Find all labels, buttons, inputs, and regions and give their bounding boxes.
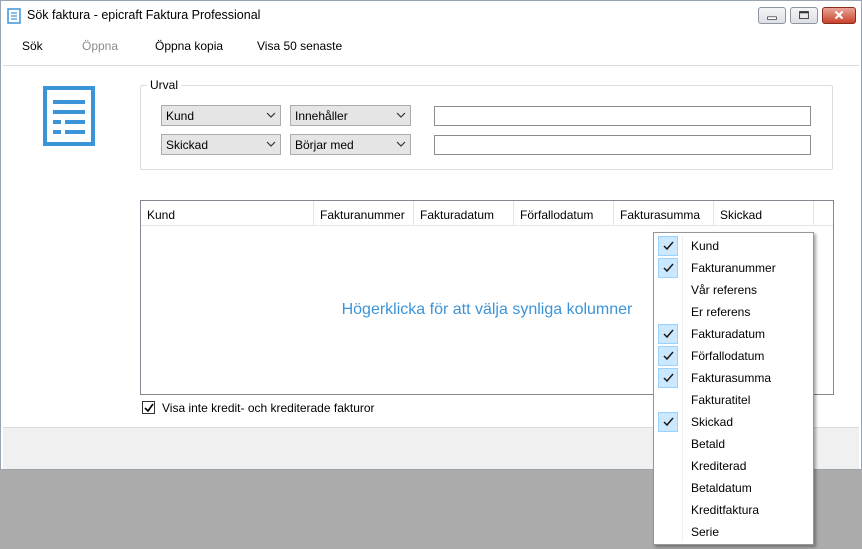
close-icon [834,10,844,20]
menu-item-skickad[interactable]: Skickad [656,411,811,433]
menu-item-label: Serie [691,525,720,539]
filter-operator-value-1: Innehåller [295,109,348,123]
menu-item-label: Vår referens [691,283,758,297]
minimize-icon [767,16,777,20]
column-header-invoice-amount[interactable]: Fakturasumma [614,201,714,226]
menu-item-label: Betald [691,437,726,451]
checkmark-icon [663,263,674,273]
toolbar: Sök Öppna Öppna kopia Visa 50 senaste [1,31,861,61]
filter-group [140,85,833,170]
menu-item-label: Fakturadatum [691,327,766,341]
filter-value-input-1[interactable] [434,106,811,126]
column-header-invoice-date[interactable]: Fakturadatum [414,201,514,226]
menu-item-betald[interactable]: Betald [656,433,811,455]
menu-check-indicator [658,346,678,366]
menu-item-label: Kreditfaktura [691,503,760,517]
menu-open-copy[interactable]: Öppna kopia [155,39,223,53]
menu-item-er-referens[interactable]: Er referens [656,301,811,323]
minimize-button[interactable] [758,7,786,24]
menu-show-latest[interactable]: Visa 50 senaste [257,39,342,53]
checkmark-icon [144,403,154,413]
grid-header: Kund Fakturanummer Fakturadatum Förfallo… [141,201,833,226]
filter-group-label: Urval [147,78,182,92]
column-context-menu: Kund Fakturanummer Vår referens Er referens… [653,232,814,545]
menu-open[interactable]: Öppna [82,39,118,53]
column-header-invoice-number[interactable]: Fakturanummer [314,201,414,226]
window-title: Sök faktura - epicraft Faktura Professio… [27,8,261,22]
menu-item-kund[interactable]: Kund [656,235,811,257]
checkmark-icon [663,241,674,251]
chevron-down-icon [396,112,406,118]
title-bar[interactable]: Sök faktura - epicraft Faktura Professio… [1,1,861,31]
chevron-down-icon [266,141,276,147]
column-header-customer[interactable]: Kund [141,201,314,226]
close-button[interactable] [822,7,856,24]
menu-check-indicator [658,236,678,256]
menu-item-fakturanummer[interactable]: Fakturanummer [656,257,811,279]
maximize-icon [799,11,809,20]
checkmark-icon [663,329,674,339]
checkmark-icon [663,373,674,383]
menu-item-krediterad[interactable]: Krediterad [656,455,811,477]
filter-field-select-2[interactable]: Skickad [161,134,281,155]
filter-operator-select-2[interactable]: Börjar med [290,134,411,155]
column-header-sent[interactable]: Skickad [714,201,814,226]
hide-credit-checkbox[interactable] [142,401,155,414]
filter-operator-select-1[interactable]: Innehåller [290,105,411,126]
menu-item-label: Krediterad [691,459,747,473]
filter-field-select-1[interactable]: Kund [161,105,281,126]
menu-item-fakturadatum[interactable]: Fakturadatum [656,323,811,345]
filter-operator-value-2: Börjar med [295,138,354,152]
filter-field-value-1: Kund [166,109,195,123]
menu-item-serie[interactable]: Serie [656,521,811,543]
checkmark-icon [663,417,674,427]
menu-item-label: Fakturanummer [691,261,776,275]
menu-item-fakturatitel[interactable]: Fakturatitel [656,389,811,411]
chevron-down-icon [266,112,276,118]
menu-item-label: Förfallodatum [691,349,765,363]
chevron-down-icon [396,141,406,147]
filter-value-input-2[interactable] [434,135,811,155]
menu-item-label: Kund [691,239,720,253]
menu-item-label: Skickad [691,415,734,429]
document-icon [7,8,21,24]
invoice-icon [43,86,95,146]
menu-item-label: Fakturatitel [691,393,751,407]
filter-field-value-2: Skickad [166,138,209,152]
maximize-button[interactable] [790,7,818,24]
menu-check-indicator [658,258,678,278]
column-header-due-date[interactable]: Förfallodatum [514,201,614,226]
menu-item-label: Er referens [691,305,751,319]
menu-check-indicator [658,368,678,388]
menu-check-indicator [658,412,678,432]
menu-check-indicator [658,324,678,344]
menu-search[interactable]: Sök [22,39,43,53]
menu-item-betaldatum[interactable]: Betaldatum [656,477,811,499]
hide-credit-label: Visa inte kredit- och krediterade faktur… [162,401,375,415]
menu-item-forfallodatum[interactable]: Förfallodatum [656,345,811,367]
menu-item-label: Betaldatum [691,481,752,495]
menu-item-fakturasumma[interactable]: Fakturasumma [656,367,811,389]
menu-item-var-referens[interactable]: Vår referens [656,279,811,301]
menu-item-kreditfaktura[interactable]: Kreditfaktura [656,499,811,521]
checkmark-icon [663,351,674,361]
menu-item-label: Fakturasumma [691,371,772,385]
